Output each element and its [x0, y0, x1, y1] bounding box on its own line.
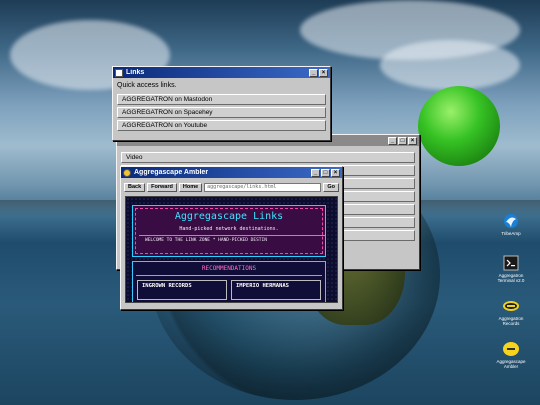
- close-icon[interactable]: ×: [319, 68, 328, 77]
- recommendations-heading: RECOMMENDATIONS: [201, 265, 257, 272]
- recommendation-card[interactable]: IMPERIO HERMANAS: [231, 280, 321, 300]
- ambler-titlebar[interactable]: Aggregascape Ambler _ □ ×: [121, 167, 342, 178]
- records-icon: [503, 298, 519, 314]
- minimize-icon[interactable]: _: [311, 168, 320, 177]
- desktop-icon-label: Aggregatron Records: [498, 316, 524, 326]
- recommendation-card[interactable]: INGROWN RECORDS: [137, 280, 227, 300]
- divider: [139, 235, 325, 236]
- divider: [136, 275, 322, 276]
- window-title: Links: [126, 69, 145, 76]
- browser-viewport[interactable]: Aggregascape Links Hand-picked network d…: [125, 196, 338, 303]
- desktop-icon-ambler[interactable]: Aggregascape Ambler: [493, 341, 529, 369]
- close-icon[interactable]: ×: [331, 168, 340, 177]
- back-button[interactable]: Back: [124, 183, 146, 192]
- marquee-text: WELCOME TO THE LINK ZONE * HAND-PICKED D…: [145, 238, 267, 243]
- cloud: [380, 40, 520, 90]
- desktop-icon-records[interactable]: Aggregatron Records: [493, 298, 529, 326]
- links-window-titlebar[interactable]: Links _ ×: [113, 67, 330, 78]
- close-icon[interactable]: ×: [408, 136, 417, 145]
- maximize-icon[interactable]: □: [398, 136, 407, 145]
- url-input[interactable]: aggregascape/links.html: [204, 183, 322, 192]
- maximize-icon[interactable]: □: [321, 168, 330, 177]
- recommendations-box: RECOMMENDATIONS INGROWN RECORDS IMPERIO …: [132, 261, 326, 302]
- page-heading: Aggregascape Links: [174, 211, 284, 222]
- minimize-icon[interactable]: _: [388, 136, 397, 145]
- mastodon-link-button[interactable]: AGGREGATRON on Mastodon: [117, 94, 326, 105]
- minimize-icon[interactable]: _: [309, 68, 318, 77]
- ambler-app-icon: [503, 341, 519, 357]
- youtube-link-button[interactable]: AGGREGATRON on Youtube: [117, 120, 326, 131]
- desktop-icon-terminal[interactable]: Aggregatron Terminal v2.0: [493, 255, 529, 283]
- video-link-button[interactable]: Video: [121, 152, 415, 163]
- links-window: Links _ × Quick access links. AGGREGATRO…: [112, 66, 331, 141]
- green-sphere: [418, 86, 500, 166]
- ambler-icon: [123, 168, 131, 177]
- window-icon: [115, 68, 123, 77]
- ambler-window: Aggregascape Ambler _ □ × Back Forward H…: [120, 166, 343, 310]
- desktop-icon-label: TribeAmp: [501, 231, 521, 236]
- desktop-icon-label: Aggregatron Terminal v2.0: [497, 273, 525, 283]
- tribeamp-icon: [503, 213, 519, 229]
- links-banner: Aggregascape Links Hand-picked network d…: [132, 205, 326, 257]
- browser-toolbar: Back Forward Home aggregascape/links.htm…: [121, 181, 342, 194]
- home-button[interactable]: Home: [178, 183, 203, 192]
- forward-button[interactable]: Forward: [147, 183, 177, 192]
- links-subtitle: Quick access links.: [117, 82, 177, 89]
- spacehey-link-button[interactable]: AGGREGATRON on Spacehey: [117, 107, 326, 118]
- terminal-icon: [503, 255, 519, 271]
- desktop-icon-tribeamp[interactable]: TribeAmp: [493, 213, 529, 236]
- go-button[interactable]: Go: [323, 183, 339, 192]
- page-tagline: Hand-picked network destinations.: [179, 226, 279, 232]
- window-title: Aggregascape Ambler: [134, 169, 209, 176]
- desktop-icon-label: Aggregascape Ambler: [496, 359, 526, 369]
